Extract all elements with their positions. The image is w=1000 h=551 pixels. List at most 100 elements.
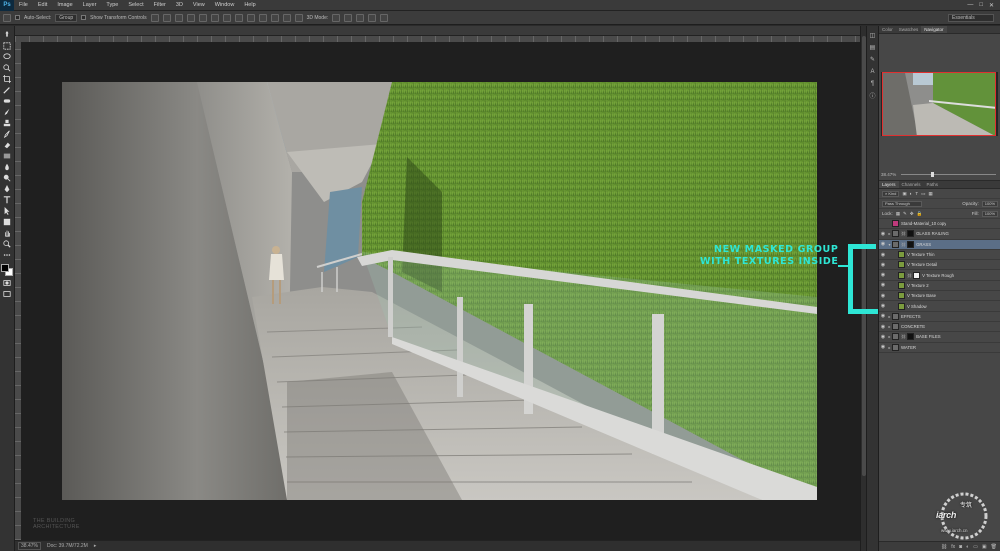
layer-mask-thumbnail[interactable] [907, 333, 915, 341]
close-button[interactable]: ✕ [989, 2, 994, 9]
navigator-zoom[interactable]: 38.47% [881, 172, 896, 177]
folder-icon[interactable] [892, 312, 899, 320]
layer-mask-thumbnail[interactable] [913, 271, 921, 279]
navigator-thumbnail[interactable] [881, 72, 998, 136]
properties-panel-icon[interactable]: ▤ [869, 44, 876, 51]
path-selection-tool-icon[interactable] [3, 206, 12, 215]
dodge-tool-icon[interactable] [3, 173, 12, 182]
menu-type[interactable]: Type [101, 0, 123, 11]
layer-mask-thumbnail[interactable] [907, 240, 915, 248]
adjustment-layer-icon[interactable]: ◐ [966, 544, 969, 550]
3d-scale-icon[interactable] [380, 13, 389, 22]
tab-layers[interactable]: Layers [879, 181, 899, 188]
visibility-eye-icon[interactable]: ◉ [879, 324, 887, 330]
visibility-eye-icon[interactable]: ◉ [879, 272, 887, 278]
shape-tool-icon[interactable] [3, 217, 12, 226]
layer-row[interactable]: ◉ V Texture 2 [879, 281, 1000, 292]
type-tool-icon[interactable] [3, 195, 12, 204]
kind-filter-dropdown[interactable]: ⌕ Kind [882, 190, 900, 197]
visibility-eye-icon[interactable]: ◉ [879, 344, 887, 350]
pen-tool-icon[interactable] [3, 184, 12, 193]
menu-window[interactable]: Window [210, 0, 240, 11]
move-tool-icon[interactable] [3, 30, 12, 39]
layer-thumbnail[interactable] [898, 251, 905, 259]
brush-panel-icon[interactable]: ✎ [869, 56, 876, 63]
lock-all-icon[interactable]: 🔒 [917, 211, 923, 217]
lock-pixels-icon[interactable]: ✎ [903, 211, 907, 217]
brush-tool-icon[interactable] [3, 107, 12, 116]
filter-shape-icon[interactable]: ▭ [921, 191, 925, 197]
auto-select-dropdown[interactable]: Group [55, 13, 78, 22]
info-panel-icon[interactable]: ⓘ [869, 92, 876, 100]
layer-thumbnail[interactable] [898, 271, 905, 279]
minimize-button[interactable]: — [967, 2, 973, 9]
visibility-eye-icon[interactable]: ◉ [879, 252, 887, 258]
folder-icon[interactable] [892, 333, 899, 341]
align-middle-icon[interactable] [162, 13, 171, 22]
visibility-eye-icon[interactable]: ◉ [879, 313, 887, 319]
eraser-tool-icon[interactable] [3, 140, 12, 149]
visibility-eye-icon[interactable]: ◉ [879, 241, 887, 247]
3d-drag-icon[interactable] [356, 13, 365, 22]
layer-row[interactable]: ◉ ▸ ⛓ BASE FILES [879, 332, 1000, 343]
distribute-middle-icon[interactable] [234, 13, 243, 22]
layer-style-icon[interactable]: fx [951, 544, 955, 550]
history-panel-icon[interactable]: ◫ [869, 32, 876, 39]
workspace-dropdown[interactable]: Essentials [948, 13, 994, 22]
paragraph-panel-icon[interactable]: ¶ [869, 80, 876, 87]
menu-select[interactable]: Select [123, 0, 148, 11]
3d-slide-icon[interactable] [368, 13, 377, 22]
history-brush-tool-icon[interactable] [3, 129, 12, 138]
menu-image[interactable]: Image [52, 0, 77, 11]
lock-position-icon[interactable]: ✥ [910, 211, 914, 217]
color-swatches[interactable] [1, 264, 13, 276]
folder-icon[interactable] [892, 323, 899, 331]
visibility-eye-icon[interactable]: ◉ [879, 231, 887, 237]
layer-thumbnail[interactable] [898, 261, 905, 269]
3d-roll-icon[interactable] [344, 13, 353, 22]
tab-color[interactable]: Color [879, 26, 896, 33]
document-canvas[interactable] [62, 82, 817, 500]
layer-row[interactable]: ◉ ▸ CONCRETE [879, 322, 1000, 333]
opacity-field[interactable]: 100% [981, 200, 998, 207]
auto-select-checkbox[interactable] [15, 15, 20, 20]
distribute-top-icon[interactable] [222, 13, 231, 22]
visibility-eye-icon[interactable]: ◉ [879, 293, 887, 299]
filter-type-icon[interactable]: T [915, 191, 918, 196]
healing-brush-tool-icon[interactable] [3, 96, 12, 105]
layer-thumbnail[interactable] [892, 220, 899, 228]
mask-link-icon[interactable]: ⛓ [907, 273, 912, 278]
menu-edit[interactable]: Edit [33, 0, 52, 11]
tab-navigator[interactable]: Navigator [921, 26, 947, 33]
transform-controls-checkbox[interactable] [81, 15, 87, 20]
layer-row[interactable]: ◉ V Texture Thin [879, 250, 1000, 261]
visibility-eye-icon[interactable]: ◉ [879, 221, 887, 227]
quick-mask-icon[interactable] [3, 278, 12, 287]
folder-icon[interactable] [892, 343, 899, 351]
maximize-button[interactable]: □ [979, 2, 983, 9]
layer-row[interactable]: ◉ ▸ EFFECTS [879, 312, 1000, 322]
move-tool-preset-icon[interactable] [3, 13, 11, 22]
document-size[interactable]: Doc: 39.7M/72.2M [47, 543, 88, 549]
eyedropper-tool-icon[interactable] [3, 85, 12, 94]
layer-row[interactable]: ◉ V Texture Base [879, 291, 1000, 302]
align-top-icon[interactable] [150, 13, 159, 22]
mask-link-icon[interactable]: ⛓ [901, 334, 906, 339]
tab-channels[interactable]: Channels [899, 181, 924, 188]
distribute-bottom-icon[interactable] [246, 13, 255, 22]
visibility-eye-icon[interactable]: ◉ [879, 262, 887, 268]
navigator-zoom-slider[interactable] [901, 172, 996, 177]
add-mask-icon[interactable]: ◙ [959, 544, 962, 550]
foreground-color-swatch[interactable] [1, 264, 9, 272]
zoom-tool-icon[interactable] [3, 239, 12, 248]
menu-layer[interactable]: Layer [78, 0, 102, 11]
folder-icon[interactable] [892, 230, 899, 238]
filter-smart-object-icon[interactable]: ▦ [928, 191, 932, 197]
mask-link-icon[interactable]: ⛓ [901, 231, 906, 236]
align-center-icon[interactable] [198, 13, 207, 22]
canvas-area[interactable]: THE BUILDING ARCHITECTURE [21, 42, 860, 540]
layer-row[interactable]: ◉ ▸ ⛓ GLASS RAILING [879, 229, 1000, 240]
layer-row[interactable]: ◉ V Shadow [879, 301, 1000, 312]
layer-row[interactable]: ◉ V Texture Detail [879, 260, 1000, 271]
align-left-icon[interactable] [186, 13, 195, 22]
